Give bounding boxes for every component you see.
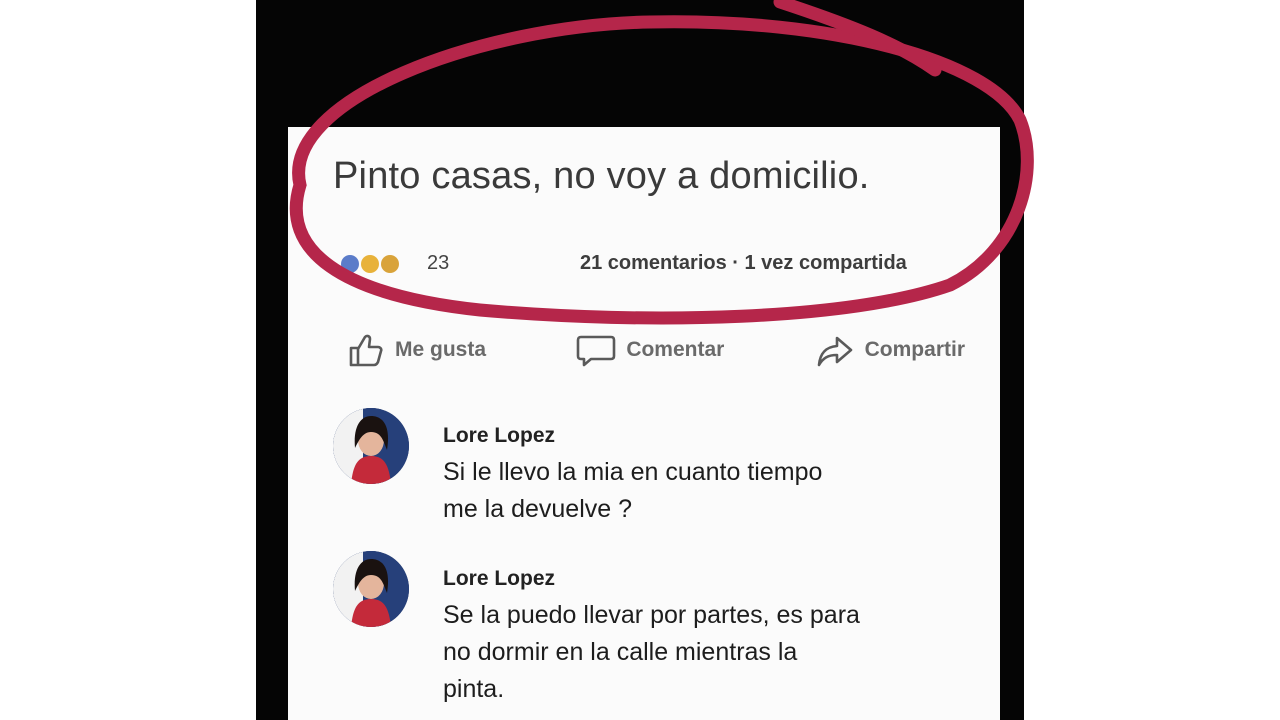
comment-label: Comentar (626, 338, 725, 361)
action-bar: Me gusta Comentar Compartir (345, 330, 965, 370)
reaction-icons (335, 253, 421, 275)
comment-line: pinta. (443, 675, 505, 703)
thumbs-up-icon (349, 334, 383, 367)
share-label: Compartir (864, 338, 965, 361)
comment-line: Se la puedo llevar por partes, es para (443, 601, 860, 629)
avatar[interactable] (333, 408, 409, 484)
comment-text: Se la puedo llevar por partes, es para n… (443, 597, 963, 708)
haha-reaction-icon (361, 254, 379, 273)
share-button[interactable]: Compartir (815, 330, 965, 370)
engagement-summary[interactable]: 21 comentarios · 1 vez compartida (580, 252, 1000, 275)
like-label: Me gusta (395, 338, 487, 361)
reactions-summary[interactable]: 23 (335, 252, 449, 275)
comment-line: me la devuelve ? (443, 495, 633, 523)
like-reaction-icon (341, 254, 359, 273)
user-photo-icon (333, 408, 409, 484)
comment-author[interactable]: Lore Lopez (443, 424, 963, 448)
comment-button[interactable]: Comentar (576, 330, 724, 370)
comment-author[interactable]: Lore Lopez (443, 567, 963, 591)
love-reaction-icon (381, 254, 399, 273)
speech-bubble-icon (577, 335, 616, 367)
comment-text: Si le llevo la mia en cuanto tiempo me l… (443, 454, 963, 528)
comment-body: Lore Lopez Si le llevo la mia en cuanto … (443, 424, 963, 528)
comment-line: no dormir en la calle mientras la (443, 638, 798, 666)
post-text: Pinto casas, no voy a domicilio. (333, 155, 870, 197)
comment-body: Lore Lopez Se la puedo llevar por partes… (443, 567, 963, 708)
like-button[interactable]: Me gusta (345, 330, 486, 370)
user-photo-icon (333, 551, 409, 627)
comment-line: Si le llevo la mia en cuanto tiempo (443, 458, 823, 486)
reactions-count: 23 (427, 252, 450, 274)
avatar[interactable] (333, 551, 409, 627)
share-arrow-icon (817, 336, 852, 367)
